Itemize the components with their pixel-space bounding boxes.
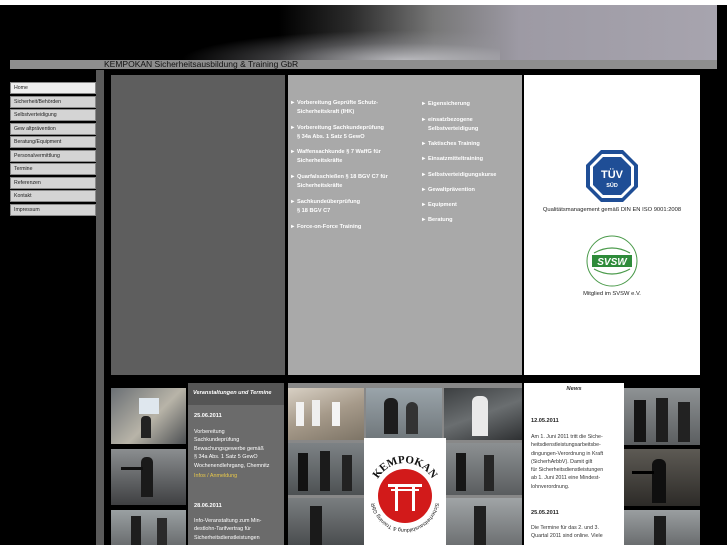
photo-arrest-training <box>444 388 522 440</box>
nav-item-impressum[interactable]: Impressum <box>10 203 96 216</box>
event-date: 28.06.2011 <box>194 503 222 509</box>
news-panel: News 12.05.2011 Am 1. Juni 2011 tritt di… <box>524 383 624 545</box>
events-panel: Veranstaltungen und Termine 25.06.2011 V… <box>188 383 284 545</box>
nav-item-personalvermittlung[interactable]: Personalvermittlung <box>10 149 96 162</box>
service-link-force-on-force[interactable]: ►Force-on-Force Training <box>290 223 361 232</box>
service-link-eigensicherung[interactable]: ►Eigensicherung <box>421 100 470 109</box>
news-heading: News <box>566 386 582 392</box>
nav-item-beratung[interactable]: Beratung/Equipment <box>10 136 96 148</box>
nav-item-termine[interactable]: Termine <box>10 163 96 175</box>
photo-collage: KEMPOKAN Sicherheitsausbildung & Trainin… <box>288 383 522 545</box>
photo-team-training <box>444 443 522 495</box>
nav-item-kontakt[interactable]: Kontakt <box>10 190 96 202</box>
service-link-taktisches-training[interactable]: ►Taktisches Training <box>421 140 480 149</box>
event-info-link[interactable]: Infos / Anmeldung <box>194 473 237 479</box>
photo-defense-training <box>366 388 442 440</box>
svsw-logo-icon[interactable]: SVSW <box>586 235 638 287</box>
photo-classroom <box>111 388 186 444</box>
photo-firearm-training <box>624 449 700 506</box>
photo-group-exercise <box>288 443 364 495</box>
service-link-schutzkraft[interactable]: ►Vorbereitung Geprüfte Schutz- Sicherhei… <box>290 99 378 117</box>
news-date: 12.05.2011 <box>531 418 559 424</box>
certification-panel: TÜV SÜD Qualitätsmanagement gemäß DIN EN… <box>524 75 700 375</box>
sidebar-nav: Home Sicherheit/Behörden Selbstverteidig… <box>10 82 96 217</box>
photo-martial-arts-group <box>288 388 364 440</box>
service-link-beratung[interactable]: ►Beratung <box>421 216 453 225</box>
tuv-caption: Qualitätsmanagement gemäß DIN EN ISO 900… <box>542 207 682 213</box>
svsw-logo-text: SVSW <box>597 257 628 268</box>
service-link-sachkundeueberpruefung[interactable]: ►Sachkundeüberprüfung § 18 BGV C7 <box>290 198 360 216</box>
nav-item-gewaltpraevention[interactable]: Gew altprävention <box>10 122 96 135</box>
photo-shooting-range <box>111 449 186 505</box>
svsw-caption: Mitglied im SVSW e.V. <box>583 291 641 297</box>
service-link-einsatzbezogene-sv[interactable]: ►einsatzbezogene Selbstverteidigung <box>421 116 478 134</box>
service-link-equipment[interactable]: ►Equipment <box>421 201 457 210</box>
site-title: KEMPOKAN Sicherheitsausbildung & Trainin… <box>104 59 299 69</box>
service-link-quartalsschiessen[interactable]: ►Quarfalsschießen § 18 BGV C7 für Sicher… <box>290 173 388 191</box>
news-text: Die Termine für das 2. und 3. Quartal 20… <box>531 525 603 540</box>
photo-protection-team <box>624 388 700 445</box>
nav-item-selbstverteidigung[interactable]: Selbstverteidigung <box>10 109 96 121</box>
image-panel <box>111 75 285 375</box>
service-link-sachkunde[interactable]: ►Vorbereitung Sachkundeprüfung § 34a Abs… <box>290 124 384 142</box>
news-date: 25.05.2011 <box>531 510 559 516</box>
events-heading: Veranstaltungen und Termine <box>188 383 284 405</box>
event-text: Vorbereitung Sachkundeprüfung Bewachungs… <box>194 429 270 469</box>
tuv-logo-sub: SÜD <box>606 182 618 189</box>
right-photo-strip <box>624 383 700 545</box>
tuv-logo-icon[interactable]: TÜV SÜD <box>585 149 639 203</box>
service-link-waffensachkunde[interactable]: ►Waffensachkunde § 7 WaffG für Sicherhei… <box>290 148 381 166</box>
photo-training-2 <box>288 498 364 545</box>
photo-training <box>111 510 186 545</box>
service-link-selbstverteidigungskurse[interactable]: ►Selbstverteidigungskurse <box>421 171 496 180</box>
nav-divider <box>96 70 104 545</box>
event-date: 25.06.2011 <box>194 413 222 419</box>
services-panel: ►Vorbereitung Geprüfte Schutz- Sicherhei… <box>288 75 522 375</box>
service-link-gewaltpraevention[interactable]: ►Gewaltprävention <box>421 186 475 195</box>
banner-decoration <box>180 30 500 60</box>
nav-item-sicherheit[interactable]: Sicherheit/Behörden <box>10 95 96 108</box>
photo-training-4 <box>624 510 700 545</box>
tuv-logo-text: TÜV <box>601 168 624 181</box>
nav-item-home[interactable]: Home <box>10 82 96 94</box>
event-text: Info-Veranstaltung zum Min- destlohn-Tar… <box>194 518 262 541</box>
kempokan-logo[interactable]: KEMPOKAN Sicherheitsausbildung & Trainin… <box>364 438 446 545</box>
news-text: Am 1. Juni 2011 tritt die Siche- heitsdi… <box>531 434 604 490</box>
nav-item-referenzen[interactable]: Referenzen <box>10 176 96 189</box>
service-link-einsatzmitteltraining[interactable]: ►Einsatzmitteltraining <box>421 155 483 164</box>
photo-training-3 <box>444 498 522 545</box>
